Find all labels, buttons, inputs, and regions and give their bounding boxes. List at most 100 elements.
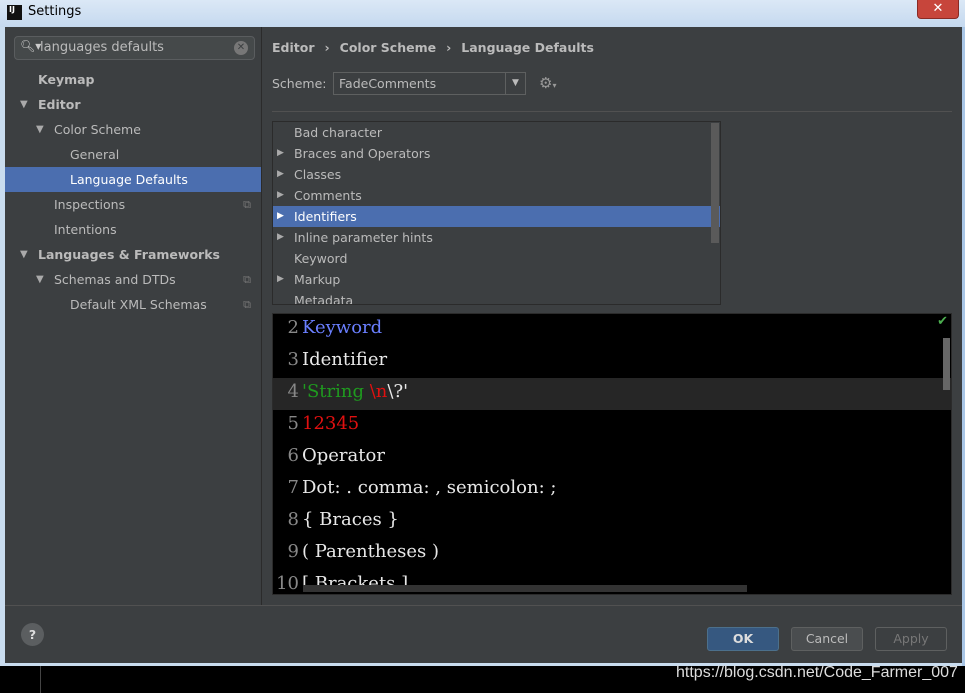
code-line-current: 4 'String \n\?'	[273, 378, 951, 410]
label: Intentions	[54, 222, 117, 237]
code-line: 9( Parentheses )	[273, 538, 951, 570]
crumb-editor: Editor	[272, 40, 315, 55]
close-button[interactable]: ✕	[917, 0, 959, 19]
list-item[interactable]: Bad character	[273, 122, 720, 143]
ok-button[interactable]: OK	[707, 627, 779, 651]
list-item[interactable]: ▶ Inline parameter hints	[273, 227, 720, 248]
keyword-token: Keyword	[302, 317, 383, 338]
label: Comments	[294, 188, 362, 203]
sidebar-item-general[interactable]: General	[5, 142, 261, 167]
sidebar-item-intentions[interactable]: Intentions	[5, 217, 261, 242]
apply-button[interactable]: Apply	[875, 627, 947, 651]
line-number: 5	[287, 413, 299, 434]
line-number: 4	[287, 381, 299, 402]
sidebar-item-schemas-dtds[interactable]: ▼ Schemas and DTDs ⧉	[5, 267, 261, 292]
line-number: 10	[276, 573, 299, 594]
label: Metadata	[294, 293, 354, 305]
check-icon: ✔	[937, 314, 948, 329]
sidebar-item-language-defaults[interactable]: Language Defaults	[5, 167, 261, 192]
label: Editor	[38, 97, 81, 112]
label: Identifiers	[294, 209, 357, 224]
parentheses-token: ( Parentheses )	[302, 541, 439, 562]
label: Classes	[294, 167, 342, 182]
expand-arrow-icon[interactable]: ▶	[277, 269, 284, 290]
sidebar-item-languages-frameworks[interactable]: ▼ Languages & Frameworks	[5, 242, 261, 267]
crumb-separator: ›	[446, 40, 452, 55]
divider	[40, 666, 41, 693]
sidebar-item-keymap[interactable]: Keymap	[5, 67, 261, 92]
line-number: 3	[287, 349, 299, 370]
list-item-selected[interactable]: ▶ Identifiers	[273, 206, 720, 227]
label: Languages & Frameworks	[38, 247, 220, 262]
list-item[interactable]: ▶ Markup	[273, 269, 720, 290]
sidebar-item-default-xml-schemas[interactable]: Default XML Schemas ⧉	[5, 292, 261, 317]
scheme-dropdown[interactable]: FadeComments ▼	[333, 72, 526, 95]
search-value: languages defaults	[40, 40, 164, 55]
code-line: 7 Dot: . comma: , semicolon: ;	[273, 474, 951, 506]
code-line: 6 Operator	[273, 442, 951, 474]
sidebar-item-color-scheme[interactable]: ▼ Color Scheme	[5, 117, 261, 142]
crumb-color-scheme: Color Scheme	[339, 40, 437, 55]
crumb-separator: ›	[324, 40, 330, 55]
expand-arrow-icon[interactable]: ▶	[277, 143, 284, 164]
list-item[interactable]: Metadata	[273, 290, 720, 305]
breadcrumb: Editor › Color Scheme › Language Defaults	[272, 40, 604, 55]
braces-token: { Braces }	[302, 509, 399, 530]
escape-token: \n	[369, 381, 388, 402]
punctuation-token: Dot: . comma: , semicolon: ;	[302, 477, 557, 498]
expand-arrow-icon[interactable]: ▼	[36, 117, 44, 142]
search-icon[interactable]: 🔍︎▾	[20, 39, 41, 53]
string-token: 'String	[302, 381, 364, 402]
label: Braces and Operators	[294, 146, 431, 161]
line-number: 6	[287, 445, 299, 466]
label: Language Defaults	[70, 172, 188, 187]
preview-editor[interactable]: 2 Keyword 3 Identifier 4 'String \n\?' 5 123…	[272, 313, 952, 595]
list-item[interactable]: ▶ Classes	[273, 164, 720, 185]
settings-dialog: 🔍︎▾ languages defaults ✕ Keymap ▼ Editor …	[5, 27, 962, 663]
cancel-button[interactable]: Cancel	[791, 627, 863, 651]
label: General	[70, 147, 120, 162]
line-number: 7	[287, 477, 299, 498]
list-item[interactable]: Keyword	[273, 248, 720, 269]
label: Default XML Schemas	[70, 297, 207, 312]
expand-arrow-icon[interactable]: ▼	[20, 242, 28, 267]
label: Keymap	[38, 72, 95, 87]
line-number: 9	[287, 541, 299, 562]
label: Inline parameter hints	[294, 230, 433, 245]
expand-arrow-icon[interactable]: ▼	[20, 92, 28, 117]
list-item[interactable]: ▶ Braces and Operators	[273, 143, 720, 164]
crumb-language-defaults: Language Defaults	[461, 40, 594, 55]
expand-arrow-icon[interactable]: ▼	[36, 267, 44, 292]
line-number: 2	[287, 317, 299, 338]
editor-vertical-scrollbar[interactable]	[943, 338, 950, 390]
scheme-value: FadeComments	[339, 76, 437, 91]
label: Inspections	[54, 197, 126, 212]
window-title: Settings	[28, 4, 82, 19]
clear-search-icon[interactable]: ✕	[234, 41, 248, 55]
code-line: 8{ Braces }	[273, 506, 951, 538]
settings-tree: Keymap ▼ Editor ▼ Color Scheme General Lan…	[5, 67, 261, 317]
chevron-down-icon[interactable]: ▼	[505, 73, 525, 94]
sidebar: 🔍︎▾ languages defaults ✕ Keymap ▼ Editor …	[5, 27, 262, 605]
identifier-token: Identifier	[302, 349, 388, 370]
main-panel: Editor › Color Scheme › Language Defaults Sc…	[263, 27, 962, 605]
button-bar: ? OK Cancel Apply	[5, 605, 962, 663]
expand-arrow-icon[interactable]: ▶	[277, 206, 284, 227]
expand-arrow-icon[interactable]: ▶	[277, 185, 284, 206]
list-scrollbar[interactable]	[711, 123, 719, 243]
intellij-logo-icon: IJ	[7, 5, 22, 20]
expand-arrow-icon[interactable]: ▶	[277, 227, 284, 248]
project-copy-icon: ⧉	[243, 198, 251, 211]
line-number: 8	[287, 509, 299, 530]
project-copy-icon: ⧉	[243, 298, 251, 311]
expand-arrow-icon[interactable]: ▶	[277, 164, 284, 185]
gear-icon[interactable]: ⚙▾	[539, 74, 556, 92]
sidebar-item-editor[interactable]: ▼ Editor	[5, 92, 261, 117]
sidebar-item-inspections[interactable]: Inspections ⧉	[5, 192, 261, 217]
label: Keyword	[294, 251, 348, 266]
search-input[interactable]: 🔍︎▾ languages defaults ✕	[14, 36, 255, 60]
help-button[interactable]: ?	[21, 623, 44, 646]
code-line: 5 12345	[273, 410, 951, 442]
editor-horizontal-scrollbar[interactable]	[303, 585, 747, 592]
list-item[interactable]: ▶ Comments	[273, 185, 720, 206]
